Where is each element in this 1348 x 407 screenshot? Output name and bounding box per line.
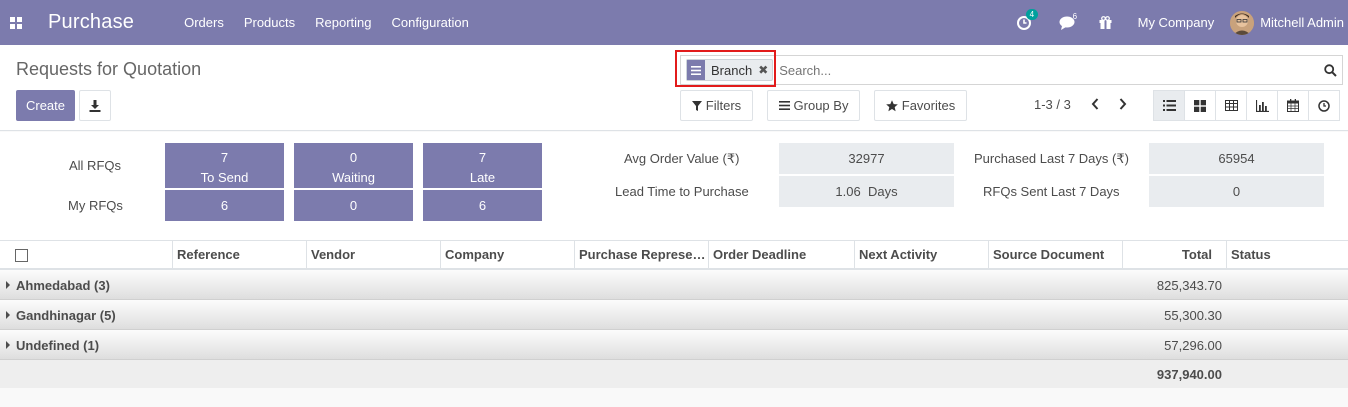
tile-my-waiting[interactable]: 0	[294, 190, 413, 221]
column-order-deadline[interactable]: Order Deadline	[708, 241, 854, 269]
create-button[interactable]: Create	[16, 90, 75, 121]
group-total: 825,343.70	[1156, 278, 1222, 293]
pivot-view-icon[interactable]	[1215, 90, 1247, 121]
column-source-document[interactable]: Source Document	[988, 241, 1122, 269]
navbar-systray: 4 6 My Company Mitchell Admin	[1007, 0, 1348, 45]
activity-view-icon[interactable]	[1308, 90, 1340, 121]
download-button[interactable]	[79, 90, 111, 121]
tile-waiting-label: Waiting	[332, 170, 375, 185]
pager-value[interactable]: 1-3 / 3	[1034, 97, 1071, 112]
tile-my-to-send[interactable]: 6	[165, 190, 284, 221]
star-icon	[885, 99, 898, 111]
group-by-button[interactable]: Group By	[767, 90, 860, 121]
group-name: Gandhinagar (5)	[16, 308, 116, 323]
tile-to-send-label: To Send	[200, 170, 249, 185]
kpi-purchased-value: 65954	[1149, 143, 1324, 174]
avatar	[1230, 10, 1255, 35]
column-reference[interactable]: Reference	[172, 241, 306, 269]
group-by-label: Group By	[793, 98, 849, 113]
group-total: 57,296.00	[1164, 338, 1222, 353]
kpi-lead-time-value: 1.06 Days	[779, 176, 954, 207]
kpi-avg-order-label: Avg Order Value (₹)	[624, 151, 740, 166]
tile-to-send-count: 7	[220, 150, 229, 165]
tile-late[interactable]: 7 Late	[423, 143, 542, 188]
filters-label: Filters	[705, 98, 742, 113]
list-footer: 937,940.00	[0, 360, 1348, 388]
user-menu[interactable]: Mitchell Admin	[1230, 10, 1348, 35]
apps-icon[interactable]	[0, 0, 32, 45]
kpi-rfqs-sent-label: RFQs Sent Last 7 Days	[983, 184, 1120, 199]
rfq-list: Reference Vendor Company Purchase Repres…	[0, 240, 1348, 388]
search-bar: Branch ✖	[680, 55, 1343, 85]
messaging-menu[interactable]: 6	[1049, 0, 1085, 45]
tile-waiting-count: 0	[349, 150, 358, 165]
tile-waiting[interactable]: 0 Waiting	[294, 143, 413, 188]
activity-menu[interactable]: 4	[1007, 0, 1041, 45]
group-row[interactable]: Gandhinagar (5) 55,300.30	[0, 300, 1348, 330]
list-view-icon[interactable]	[1153, 90, 1185, 121]
menu-configuration[interactable]: Configuration	[382, 0, 479, 45]
grand-total: 937,940.00	[1156, 367, 1222, 382]
caret-right-icon	[6, 281, 10, 289]
search-icon[interactable]	[1318, 63, 1342, 77]
view-switcher	[1153, 90, 1340, 121]
download-icon	[89, 99, 101, 112]
group-row[interactable]: Undefined (1) 57,296.00	[0, 330, 1348, 360]
all-rfqs-label: All RFQs	[69, 158, 121, 173]
filters-button[interactable]: Filters	[680, 90, 753, 121]
list-header: Reference Vendor Company Purchase Repres…	[0, 240, 1348, 270]
column-company[interactable]: Company	[440, 241, 574, 269]
tile-my-late[interactable]: 6	[423, 190, 542, 221]
select-all-checkbox[interactable]	[15, 249, 28, 262]
group-total: 55,300.30	[1164, 308, 1222, 323]
tile-late-count: 7	[478, 150, 487, 165]
kpi-lead-time-label: Lead Time to Purchase	[615, 184, 749, 199]
graph-view-icon[interactable]	[1246, 90, 1278, 121]
app-brand[interactable]: Purchase	[48, 11, 134, 34]
tile-late-label: Late	[469, 170, 496, 185]
rfq-dashboard: All RFQs My RFQs 7 To Send 0 Waiting 7 L…	[0, 132, 1348, 240]
menu-reporting[interactable]: Reporting	[305, 0, 381, 45]
company-switcher[interactable]: My Company	[1122, 15, 1231, 30]
kpi-rfqs-sent-value: 0	[1149, 176, 1324, 207]
facet-highlight-box	[675, 50, 776, 87]
favorites-label: Favorites	[901, 98, 956, 113]
column-vendor[interactable]: Vendor	[306, 241, 440, 269]
activity-count-badge: 4	[1025, 9, 1039, 20]
page-title: Requests for Quotation	[16, 59, 202, 79]
group-name: Ahmedabad (3)	[16, 278, 110, 293]
tile-to-send[interactable]: 7 To Send	[165, 143, 284, 188]
pager-previous-icon[interactable]	[1084, 93, 1106, 115]
group-row[interactable]: Ahmedabad (3) 825,343.70	[0, 270, 1348, 300]
kpi-purchased-label: Purchased Last 7 Days (₹)	[974, 151, 1129, 166]
bars-icon	[778, 101, 790, 110]
column-status[interactable]: Status	[1226, 241, 1348, 269]
filter-icon	[691, 100, 702, 111]
top-navbar: Purchase Orders Products Reporting Confi…	[0, 0, 1348, 45]
favorites-button[interactable]: Favorites	[874, 90, 967, 121]
gift-menu[interactable]	[1089, 0, 1122, 45]
my-rfqs-label: My RFQs	[68, 198, 123, 213]
group-name: Undefined (1)	[16, 338, 100, 353]
column-purchase-representative[interactable]: Purchase Representative	[574, 241, 708, 269]
message-count-badge: 6	[1072, 12, 1078, 21]
caret-right-icon	[6, 341, 10, 349]
column-total[interactable]: Total	[1122, 241, 1226, 269]
calendar-view-icon[interactable]	[1277, 90, 1309, 121]
kpi-avg-order-value: 32977	[779, 143, 954, 174]
user-name: Mitchell Admin	[1260, 15, 1344, 30]
gift-icon	[1099, 16, 1112, 29]
menu-orders[interactable]: Orders	[174, 0, 234, 45]
search-input[interactable]	[773, 62, 1318, 78]
menu-products[interactable]: Products	[234, 0, 305, 45]
column-next-activity[interactable]: Next Activity	[854, 241, 988, 269]
control-panel: Requests for Quotation Create Branch ✖ F…	[0, 45, 1348, 131]
caret-right-icon	[6, 311, 10, 319]
kanban-view-icon[interactable]	[1184, 90, 1216, 121]
pager-next-icon[interactable]	[1112, 93, 1134, 115]
